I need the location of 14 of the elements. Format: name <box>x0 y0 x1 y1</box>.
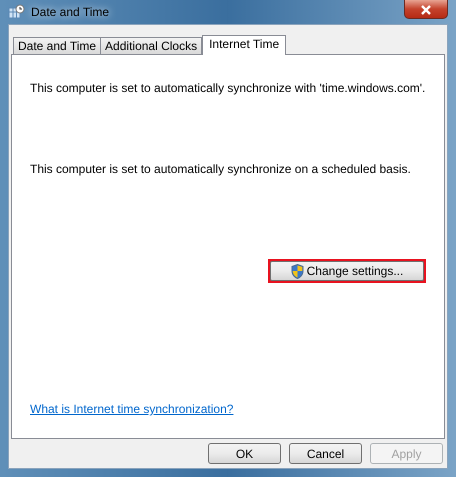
sync-status-text: This computer is set to automatically synchronize with 'time.windows.com'. <box>30 80 426 97</box>
change-settings-button[interactable]: Change settings... <box>270 261 424 281</box>
tab[interactable]: Internet Time <box>202 35 286 55</box>
tab[interactable]: Date and Time <box>13 37 102 54</box>
close-icon <box>421 5 431 16</box>
calendar-clock-icon <box>8 4 25 20</box>
cancel-button[interactable]: Cancel <box>289 443 362 464</box>
shield-icon <box>290 264 304 278</box>
help-link[interactable]: What is Internet time synchronization? <box>30 400 234 418</box>
schedule-text: This computer is set to automatically synchronize on a scheduled basis. <box>30 161 412 178</box>
close-button[interactable] <box>404 0 448 19</box>
ok-button[interactable]: OK <box>208 443 281 464</box>
window-title: Date and Time <box>31 4 110 21</box>
tab[interactable]: Additional Clocks <box>100 37 202 54</box>
